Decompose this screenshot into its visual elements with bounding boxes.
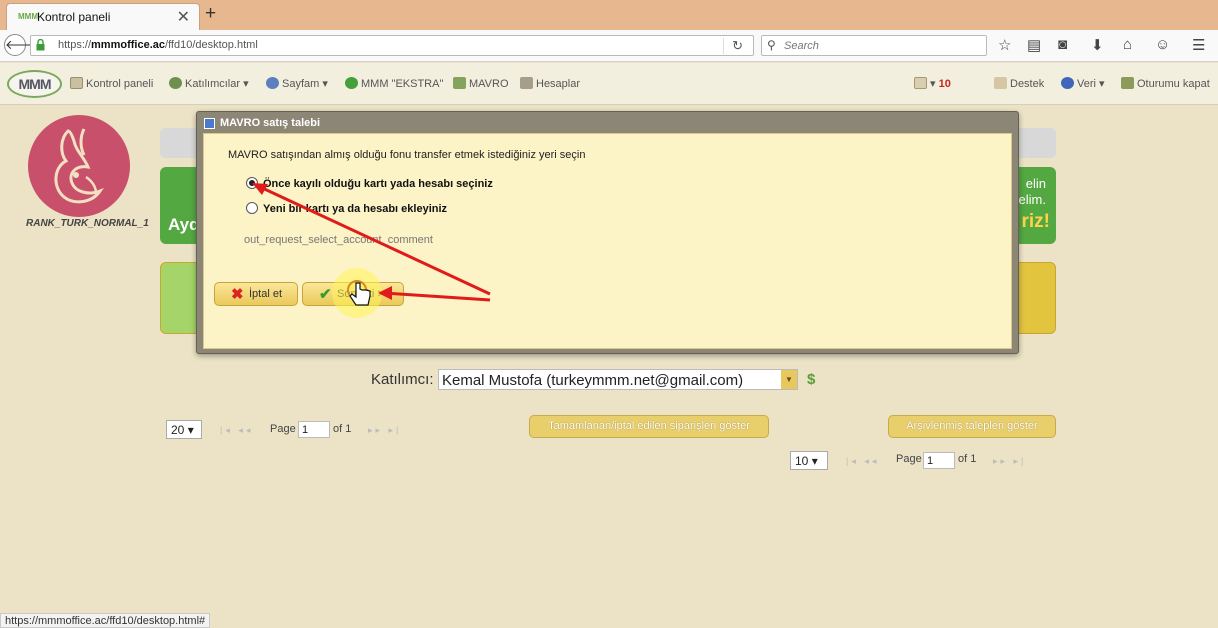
browser-tab[interactable]: MMM Kontrol paneli ✕ <box>6 3 200 30</box>
toolbar-item-support[interactable]: Destek <box>994 77 1044 90</box>
mmm-logo[interactable]: MMM <box>7 70 62 98</box>
dialog-window-icon <box>204 118 215 129</box>
toolbar-item-data[interactable]: Veri ▾ <box>1061 77 1105 90</box>
pocket-icon[interactable]: ◙ <box>1058 36 1067 53</box>
browser-tab-bar: MMM Kontrol paneli ✕ + <box>0 0 1218 30</box>
mavro-sale-dialog: MAVRO satış talebi MAVRO satışından almı… <box>196 111 1019 354</box>
requests-of-label: of 1 <box>958 453 977 465</box>
url-bar[interactable]: https://mmmoffice.ac/ffd10/desktop.html … <box>30 35 754 56</box>
mmm-favicon-icon: MMM <box>18 12 38 21</box>
dialog-body: MAVRO satışından almış olduğu fonu trans… <box>203 133 1012 349</box>
browser-nav-bar: 🡐 https://mmmoffice.ac/ffd10/desktop.htm… <box>0 30 1218 62</box>
orders-page-label: Page <box>270 423 296 435</box>
requests-page-input[interactable]: 1 <box>923 452 955 469</box>
avatar <box>28 115 130 217</box>
banner-right-line2: elim. <box>1018 192 1046 207</box>
bookmark-star-icon[interactable]: ☆ <box>998 36 1011 54</box>
dialog-instruction: MAVRO satışından almış olduğu fonu trans… <box>228 149 586 161</box>
requests-page-label: Page <box>896 453 922 465</box>
reload-icon[interactable]: ↻ <box>723 38 743 54</box>
hamburger-menu-icon[interactable]: ☰ <box>1192 36 1205 54</box>
dialog-title-bar[interactable]: MAVRO satış talebi <box>200 115 1015 132</box>
banner-left-text: Ayd <box>168 215 200 234</box>
radio-existing-account[interactable] <box>246 177 258 189</box>
lock-icon <box>36 39 45 51</box>
requests-per-page-select[interactable]: 10 ▾ <box>790 451 828 470</box>
next-button[interactable]: ✔ Sonraki > <box>302 282 404 306</box>
user-icon <box>266 77 279 89</box>
check-icon: ✔ <box>319 286 332 303</box>
search-icon: ⚲ <box>767 38 776 52</box>
extra-e-icon <box>345 77 358 89</box>
rabbit-emblem-icon <box>54 128 104 204</box>
toolbar-item-control-panel[interactable]: Kontrol paneli <box>70 77 153 90</box>
show-completed-orders-button[interactable]: Tamamlanan/iptal edilen siparişleri göst… <box>529 415 769 438</box>
radio-existing-account-label[interactable]: Önce kayılı olduğu kartı yada hesabı seç… <box>263 178 493 190</box>
accounts-icon <box>520 77 533 89</box>
toolbar-item-mavro[interactable]: MAVRO <box>453 77 509 90</box>
chevron-down-icon[interactable]: ▼ <box>781 370 797 389</box>
rank-label: RANK_TURK_NORMAL_1 <box>26 218 149 229</box>
orders-of-label: of 1 <box>333 423 352 435</box>
new-tab-plus-icon[interactable]: + <box>205 3 216 25</box>
show-archived-requests-button[interactable]: Arşivlenmiş talepleri göster <box>888 415 1056 438</box>
requests-prev-page-icon[interactable]: |◂ ◂◂ <box>846 456 879 467</box>
participant-value: Kemal Mustofa (turkeymmm.net@gmail.com) <box>442 372 744 389</box>
info-icon <box>1061 77 1074 89</box>
logout-door-icon <box>1121 77 1134 89</box>
app-toolbar: MMM Kontrol paneli Katılımcılar ▾ Sayfam… <box>0 63 1218 105</box>
toolbar-item-participants[interactable]: Katılımcılar ▾ <box>169 77 249 90</box>
search-bar[interactable]: ⚲ Search <box>761 35 987 56</box>
orders-next-page-icon[interactable]: ▸▸ ▸| <box>368 425 401 436</box>
notification-bag-icon <box>914 77 927 89</box>
toolbar-item-my-page[interactable]: Sayfam ▾ <box>266 77 328 90</box>
url-text: https://mmmoffice.ac/ffd10/desktop.html <box>58 39 258 51</box>
participant-select[interactable]: Kemal Mustofa (turkeymmm.net@gmail.com) … <box>438 369 798 390</box>
banner-right-line3: riz! <box>1021 211 1051 232</box>
cancel-button[interactable]: ✖ İptal et <box>214 282 298 306</box>
reading-list-icon[interactable]: ▤ <box>1027 36 1041 54</box>
home-icon[interactable]: ⌂ <box>1123 36 1132 53</box>
download-arrow-icon[interactable]: ⬇ <box>1091 36 1104 54</box>
tab-title: Kontrol paneli <box>37 10 111 24</box>
banner-right-line1: elin <box>1025 176 1046 191</box>
radio-new-account[interactable] <box>246 202 258 214</box>
mavro-icon <box>453 77 466 89</box>
chat-icon[interactable]: ☺ <box>1155 36 1170 53</box>
control-panel-icon <box>70 77 83 89</box>
support-pencil-icon <box>994 77 1007 89</box>
toolbar-item-mmm-extra[interactable]: MMM "EKSTRA" <box>345 77 443 90</box>
search-placeholder: Search <box>784 40 819 52</box>
toolbar-item-accounts[interactable]: Hesaplar <box>520 77 580 90</box>
dialog-comment: out_request_select_account_comment <box>244 234 433 246</box>
close-tab-icon[interactable]: ✕ <box>177 7 190 27</box>
participants-icon <box>169 77 182 89</box>
orders-prev-page-icon[interactable]: |◂ ◂◂ <box>220 425 253 436</box>
orders-per-page-select[interactable]: 20 ▾ <box>166 420 202 439</box>
cancel-x-icon: ✖ <box>231 286 244 303</box>
back-arrow-icon[interactable]: 🡐 <box>4 34 40 56</box>
status-bar-url: https://mmmoffice.ac/ffd10/desktop.html# <box>0 613 211 628</box>
radio-new-account-label[interactable]: Yeni bir kartı ya da hesabı ekleyiniz <box>263 203 447 215</box>
orders-page-input[interactable]: 1 <box>298 421 330 438</box>
money-dollar-icon[interactable]: $ <box>807 371 815 388</box>
toolbar-item-logout[interactable]: Oturumu kapat <box>1121 77 1210 90</box>
notifications[interactable]: ▾ 10 <box>914 77 951 90</box>
participant-label: Katılımcı: <box>371 371 434 388</box>
dialog-title: MAVRO satış talebi <box>220 117 321 129</box>
requests-next-page-icon[interactable]: ▸▸ ▸| <box>993 456 1026 467</box>
